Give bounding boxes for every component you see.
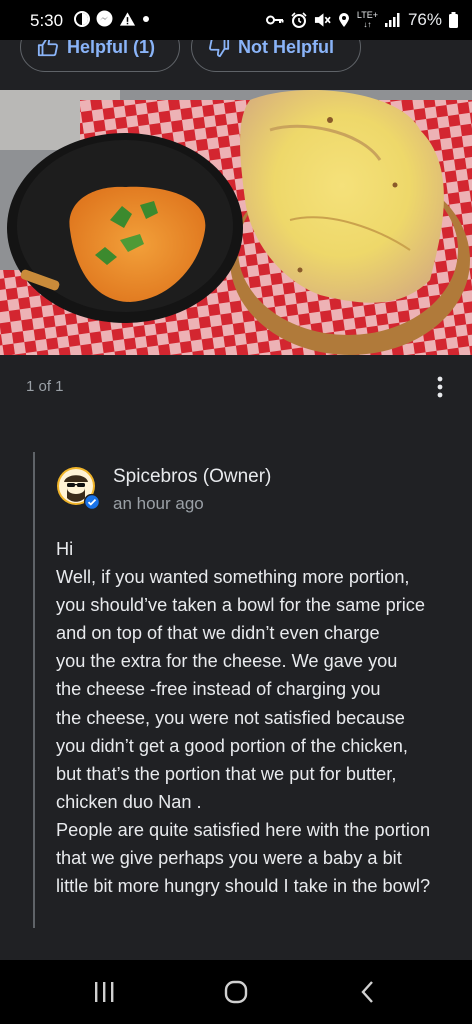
system-nav-bar — [0, 960, 472, 1024]
photo-counter: 1 of 1 — [26, 378, 64, 395]
recent-apps-button[interactable] — [84, 978, 124, 1006]
system-icons: LTE+ ↓↑ 76% — [265, 10, 458, 30]
owner-avatar[interactable] — [56, 466, 101, 511]
verified-badge-icon — [83, 493, 101, 515]
status-bar: 5:30 LTE+ ↓↑ 76% — [0, 0, 472, 40]
owner-name: Spicebros (Owner) — [113, 466, 272, 487]
reply-text: Hi Well, if you wanted something more po… — [56, 539, 431, 897]
status-time: 5:30 — [30, 11, 64, 30]
home-icon — [224, 980, 248, 1004]
signal-icon — [384, 13, 401, 27]
network-label: LTE+ — [356, 10, 378, 20]
back-button[interactable] — [348, 978, 388, 1006]
messenger-icon — [96, 10, 113, 27]
review-photo[interactable] — [0, 90, 472, 355]
location-icon — [338, 12, 350, 28]
reply-timestamp: an hour ago — [113, 494, 204, 513]
alarm-icon — [291, 12, 307, 28]
dot-icon — [142, 15, 150, 23]
network-indicator: LTE+ ↓↑ — [356, 10, 378, 30]
recent-apps-icon — [92, 981, 116, 1003]
more-vert-icon — [425, 372, 455, 402]
warning-icon — [119, 11, 136, 27]
battery-icon — [449, 12, 458, 28]
key-icon — [265, 14, 284, 26]
battery-percent: 76% — [407, 10, 442, 29]
mute-icon — [314, 12, 331, 28]
reply-indent-bar — [33, 452, 35, 928]
home-button[interactable] — [216, 978, 256, 1006]
notification-icons — [74, 10, 150, 27]
food-photo-image — [0, 90, 472, 355]
back-icon — [360, 980, 376, 1004]
notification-dot-icon — [74, 10, 90, 27]
data-arrows-icon: ↓↑ — [363, 20, 372, 29]
more-options-button[interactable] — [425, 372, 455, 402]
